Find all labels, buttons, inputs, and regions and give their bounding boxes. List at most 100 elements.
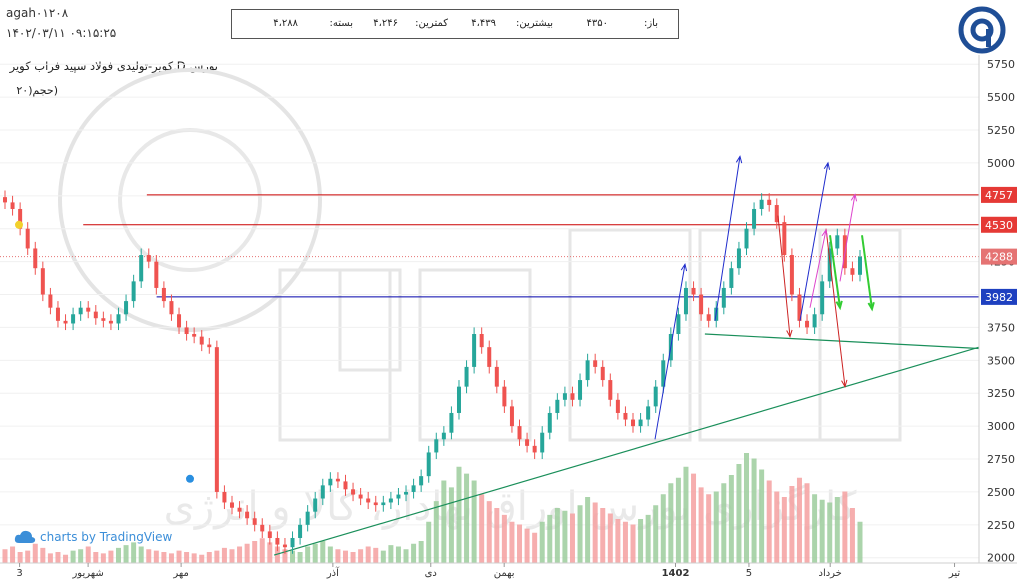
volume-bar xyxy=(713,491,719,563)
volume-bar xyxy=(509,521,515,563)
candle-body xyxy=(48,294,53,308)
candle-body xyxy=(320,485,325,499)
volume-bar xyxy=(744,453,750,563)
candle-body xyxy=(472,334,477,367)
volume-bar xyxy=(327,546,333,563)
volume-bar xyxy=(297,552,303,563)
y-tick-label: 2000 xyxy=(987,552,1015,565)
volume-bar xyxy=(728,475,734,563)
candle-body xyxy=(207,344,212,348)
volume-bar xyxy=(585,497,591,563)
volume-bar xyxy=(85,546,91,563)
price-markers: 4757 4530 4288 3982 xyxy=(981,186,1017,305)
volume-bar xyxy=(592,502,598,563)
volume-bar xyxy=(448,487,454,563)
candle-body xyxy=(124,301,129,315)
candle-body xyxy=(351,489,356,495)
volume-bar xyxy=(736,464,742,563)
y-tick-label: 3500 xyxy=(987,354,1015,367)
arrow-line xyxy=(825,228,846,387)
volume-bar xyxy=(547,514,553,563)
tradingview-attribution[interactable]: charts by TradingView xyxy=(14,530,172,544)
volume-bar xyxy=(721,483,727,563)
candle-body xyxy=(752,208,757,229)
x-tick-label: شهریور xyxy=(71,568,103,579)
candle-body xyxy=(305,511,310,525)
volume-bar xyxy=(698,487,704,563)
volume-bar xyxy=(10,546,16,563)
candle-body xyxy=(131,281,136,302)
candle-body xyxy=(93,311,98,319)
candle-body xyxy=(184,327,189,335)
candle-body xyxy=(525,439,530,446)
volume-bar xyxy=(751,458,757,563)
volume-bar xyxy=(373,547,379,563)
candle-body xyxy=(10,202,15,209)
arrow-line xyxy=(861,235,873,310)
volume-bar xyxy=(199,554,205,563)
volume-bar xyxy=(47,553,53,563)
volume-bar xyxy=(176,550,182,563)
blue-dot xyxy=(186,474,194,483)
candle-body xyxy=(789,255,794,295)
y-tick-label: 3000 xyxy=(987,420,1015,433)
volume-bar xyxy=(17,552,23,563)
volume-bar xyxy=(766,480,772,563)
candle-body xyxy=(275,537,280,545)
volume-bar xyxy=(554,508,560,563)
volume-bar xyxy=(350,552,356,563)
volume-bar xyxy=(812,494,818,563)
volume-bar xyxy=(206,552,212,563)
volume-bar xyxy=(630,524,636,563)
volume-bar xyxy=(267,542,273,563)
volume-bar xyxy=(774,491,780,563)
candle-body xyxy=(229,502,234,508)
candle-body xyxy=(631,419,636,427)
candle-body xyxy=(116,314,121,324)
volume-bar xyxy=(781,497,787,563)
volume-bar xyxy=(320,541,326,563)
volume-bar xyxy=(411,543,417,563)
volume-bar xyxy=(569,513,575,563)
candle-body xyxy=(358,494,363,499)
candle-body xyxy=(33,248,38,269)
candle-body xyxy=(267,531,272,538)
candle-body xyxy=(487,347,492,367)
price-chart[interactable]: کارگزاری بورس اوراق بهادار، کالا و انرژی… xyxy=(0,0,1017,583)
volume-bar xyxy=(441,480,447,563)
candle-body xyxy=(40,268,45,295)
volume-bar xyxy=(25,550,31,563)
candle-body xyxy=(729,268,734,288)
x-axis: 3 شهریور مهر آذر دی بهمن 1402 5 خرداد تیر xyxy=(16,563,960,579)
volume-bar xyxy=(146,549,152,563)
candle-body xyxy=(502,386,507,407)
candle-body xyxy=(547,412,552,433)
volume-bar xyxy=(63,554,69,563)
candle-body xyxy=(555,399,560,413)
candle-body xyxy=(313,498,318,512)
volume-bar xyxy=(501,514,507,563)
volume-bar xyxy=(395,546,401,563)
volume-bar xyxy=(108,550,114,563)
volume-bar xyxy=(456,466,462,563)
candle-body xyxy=(623,412,628,420)
volume-bar xyxy=(221,547,227,563)
candle-body xyxy=(449,412,454,433)
candle-body xyxy=(169,301,174,315)
candle-body xyxy=(653,386,658,407)
candle-body xyxy=(55,307,60,321)
candle-body xyxy=(494,366,499,387)
y-tick-label: 2500 xyxy=(987,486,1015,499)
candle-body xyxy=(388,498,393,503)
candle-body xyxy=(161,287,166,302)
candle-body xyxy=(260,524,265,532)
volume-bar xyxy=(305,546,311,563)
volume-bar xyxy=(335,549,341,563)
candle-body xyxy=(578,380,583,400)
volume-bar xyxy=(827,502,833,563)
volume-bar xyxy=(622,521,628,563)
candle-body xyxy=(532,445,537,453)
volume-bar xyxy=(607,513,613,563)
candle-body xyxy=(411,485,416,492)
attribution-text: charts by TradingView xyxy=(40,530,173,544)
